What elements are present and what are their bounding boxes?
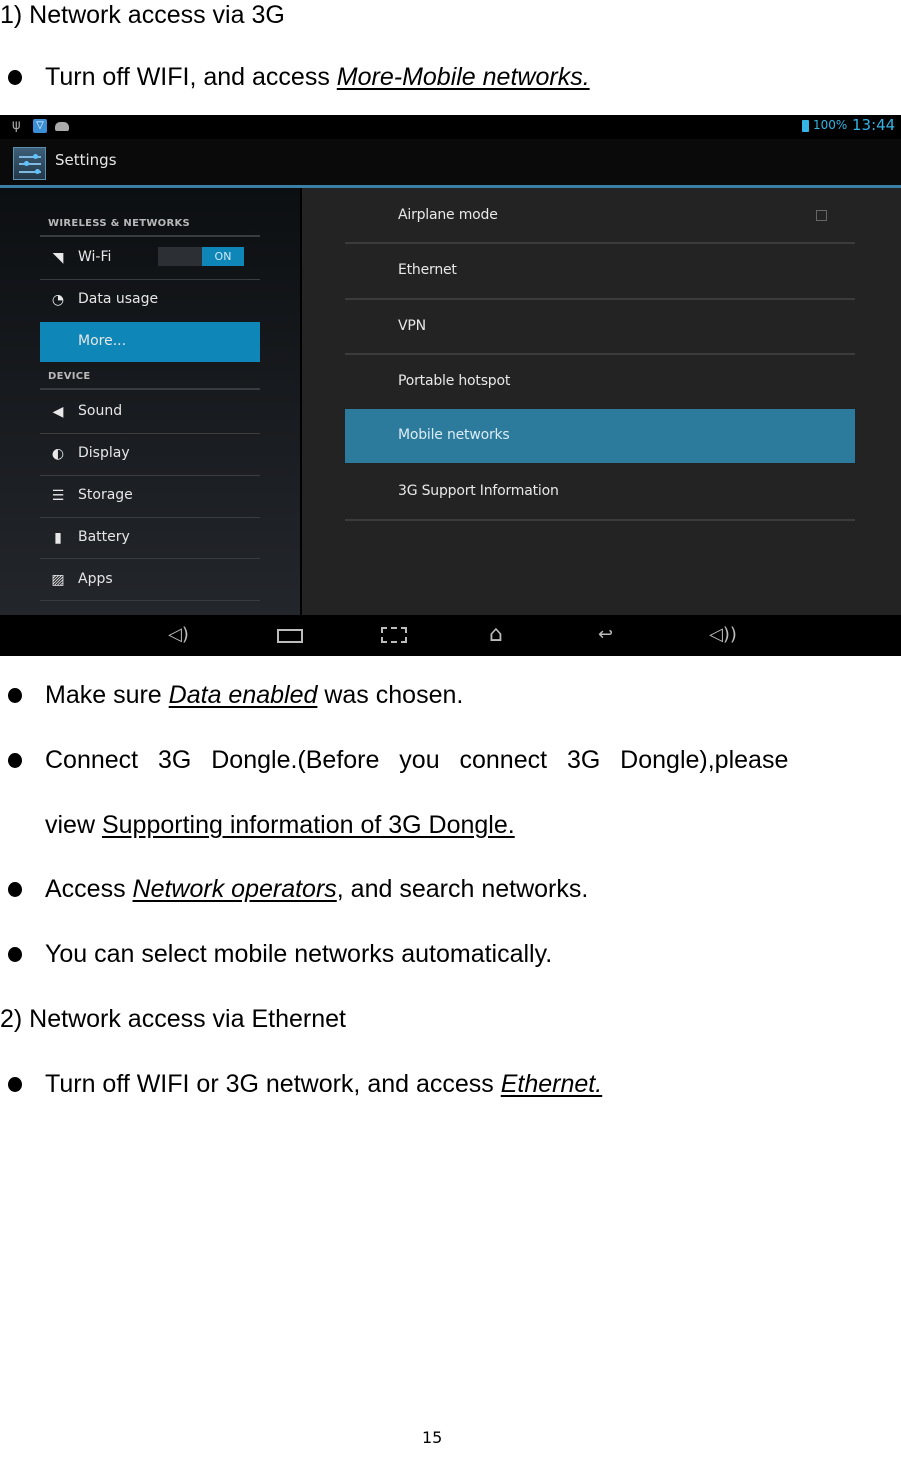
sound-icon: ◀ <box>52 404 64 420</box>
android-settings-screenshot: ψ ▽ 100% 13:44 Settings WIRELESS & NETWO… <box>0 115 901 656</box>
status-bar: ψ ▽ 100% 13:44 <box>0 115 901 139</box>
page-number: 15 <box>422 1428 443 1447</box>
action-bar-title: Settings <box>55 151 117 169</box>
link-data-enabled[interactable]: Data enabled <box>169 681 318 709</box>
settings-sliders-icon[interactable] <box>13 147 46 180</box>
sidebar-item-display[interactable]: ◐ Display <box>40 434 260 474</box>
link-supporting-information[interactable]: Supporting information of 3G Dongle. <box>102 811 515 839</box>
detail-item-portable-hotspot[interactable]: Portable hotspot <box>345 355 855 409</box>
sidebar-item-storage[interactable]: ☰ Storage <box>40 476 260 516</box>
section-header-device: DEVICE <box>48 371 91 382</box>
android-notification-icon <box>55 122 69 131</box>
sidebar-item-apps[interactable]: ▨ Apps <box>40 560 260 600</box>
link-ethernet[interactable]: Ethernet. <box>501 1070 602 1098</box>
list-divider <box>40 558 260 559</box>
detail-item-mobile-networks[interactable]: Mobile networks <box>345 409 855 463</box>
battery-icon: ▮ <box>54 530 62 546</box>
clock: 13:44 <box>852 116 896 134</box>
detail-item-vpn[interactable]: VPN <box>345 300 855 354</box>
bullet-icon <box>8 688 22 703</box>
bullet-icon <box>8 70 22 85</box>
home-icon[interactable]: ⌂ <box>489 624 503 646</box>
sidebar-item-more[interactable]: More... <box>40 322 260 362</box>
wifi-icon: ◥ <box>52 250 64 266</box>
sidebar-item-sound[interactable]: ◀ Sound <box>40 392 260 432</box>
shield-notification-icon: ▽ <box>33 119 47 133</box>
wifi-toggle-on-label: ON <box>202 247 244 266</box>
section-header-wireless: WIRELESS & NETWORKS <box>48 218 191 229</box>
detail-item-ethernet[interactable]: Ethernet <box>345 244 855 298</box>
section-heading-ethernet: 2) Network access via Ethernet <box>0 1005 346 1033</box>
section-heading-3g: 1) Network access via 3G <box>0 1 285 29</box>
detail-item-airplane-mode[interactable]: Airplane mode <box>345 189 855 243</box>
bullet-icon <box>8 947 22 962</box>
recent-apps-icon[interactable] <box>277 629 303 643</box>
link-more-mobile-networks[interactable]: More-Mobile networks. <box>337 63 590 91</box>
battery-charging-icon <box>802 120 809 132</box>
bullet-icon <box>8 882 22 897</box>
battery-percent: 100% <box>813 118 848 132</box>
display-icon: ◐ <box>51 446 65 462</box>
list-divider <box>345 519 855 521</box>
section-divider <box>40 388 260 390</box>
action-bar: Settings <box>0 139 901 185</box>
sidebar-item-data-usage[interactable]: ◔ Data usage <box>40 280 260 320</box>
list-divider <box>40 600 260 601</box>
volume-down-icon[interactable]: ◁) <box>168 626 189 644</box>
back-icon[interactable]: ↩ <box>598 626 613 644</box>
data-usage-icon: ◔ <box>51 292 65 308</box>
system-navigation-bar: ◁) ⌂ ↩ ◁)) <box>0 615 901 656</box>
storage-icon: ☰ <box>51 488 65 504</box>
bullet-icon <box>8 753 22 768</box>
detail-item-3g-support-information[interactable]: 3G Support Information <box>345 465 855 519</box>
airplane-mode-checkbox[interactable] <box>816 210 827 221</box>
apps-icon: ▨ <box>51 572 65 588</box>
usb-icon: ψ <box>12 118 21 133</box>
link-network-operators[interactable]: Network operators <box>133 875 337 903</box>
wifi-toggle[interactable]: ON <box>158 247 244 266</box>
section-divider <box>40 235 260 237</box>
volume-up-icon[interactable]: ◁)) <box>709 626 737 644</box>
sidebar-item-battery[interactable]: ▮ Battery <box>40 518 260 558</box>
screenshot-icon[interactable] <box>381 627 407 643</box>
bullet-icon <box>8 1077 22 1092</box>
